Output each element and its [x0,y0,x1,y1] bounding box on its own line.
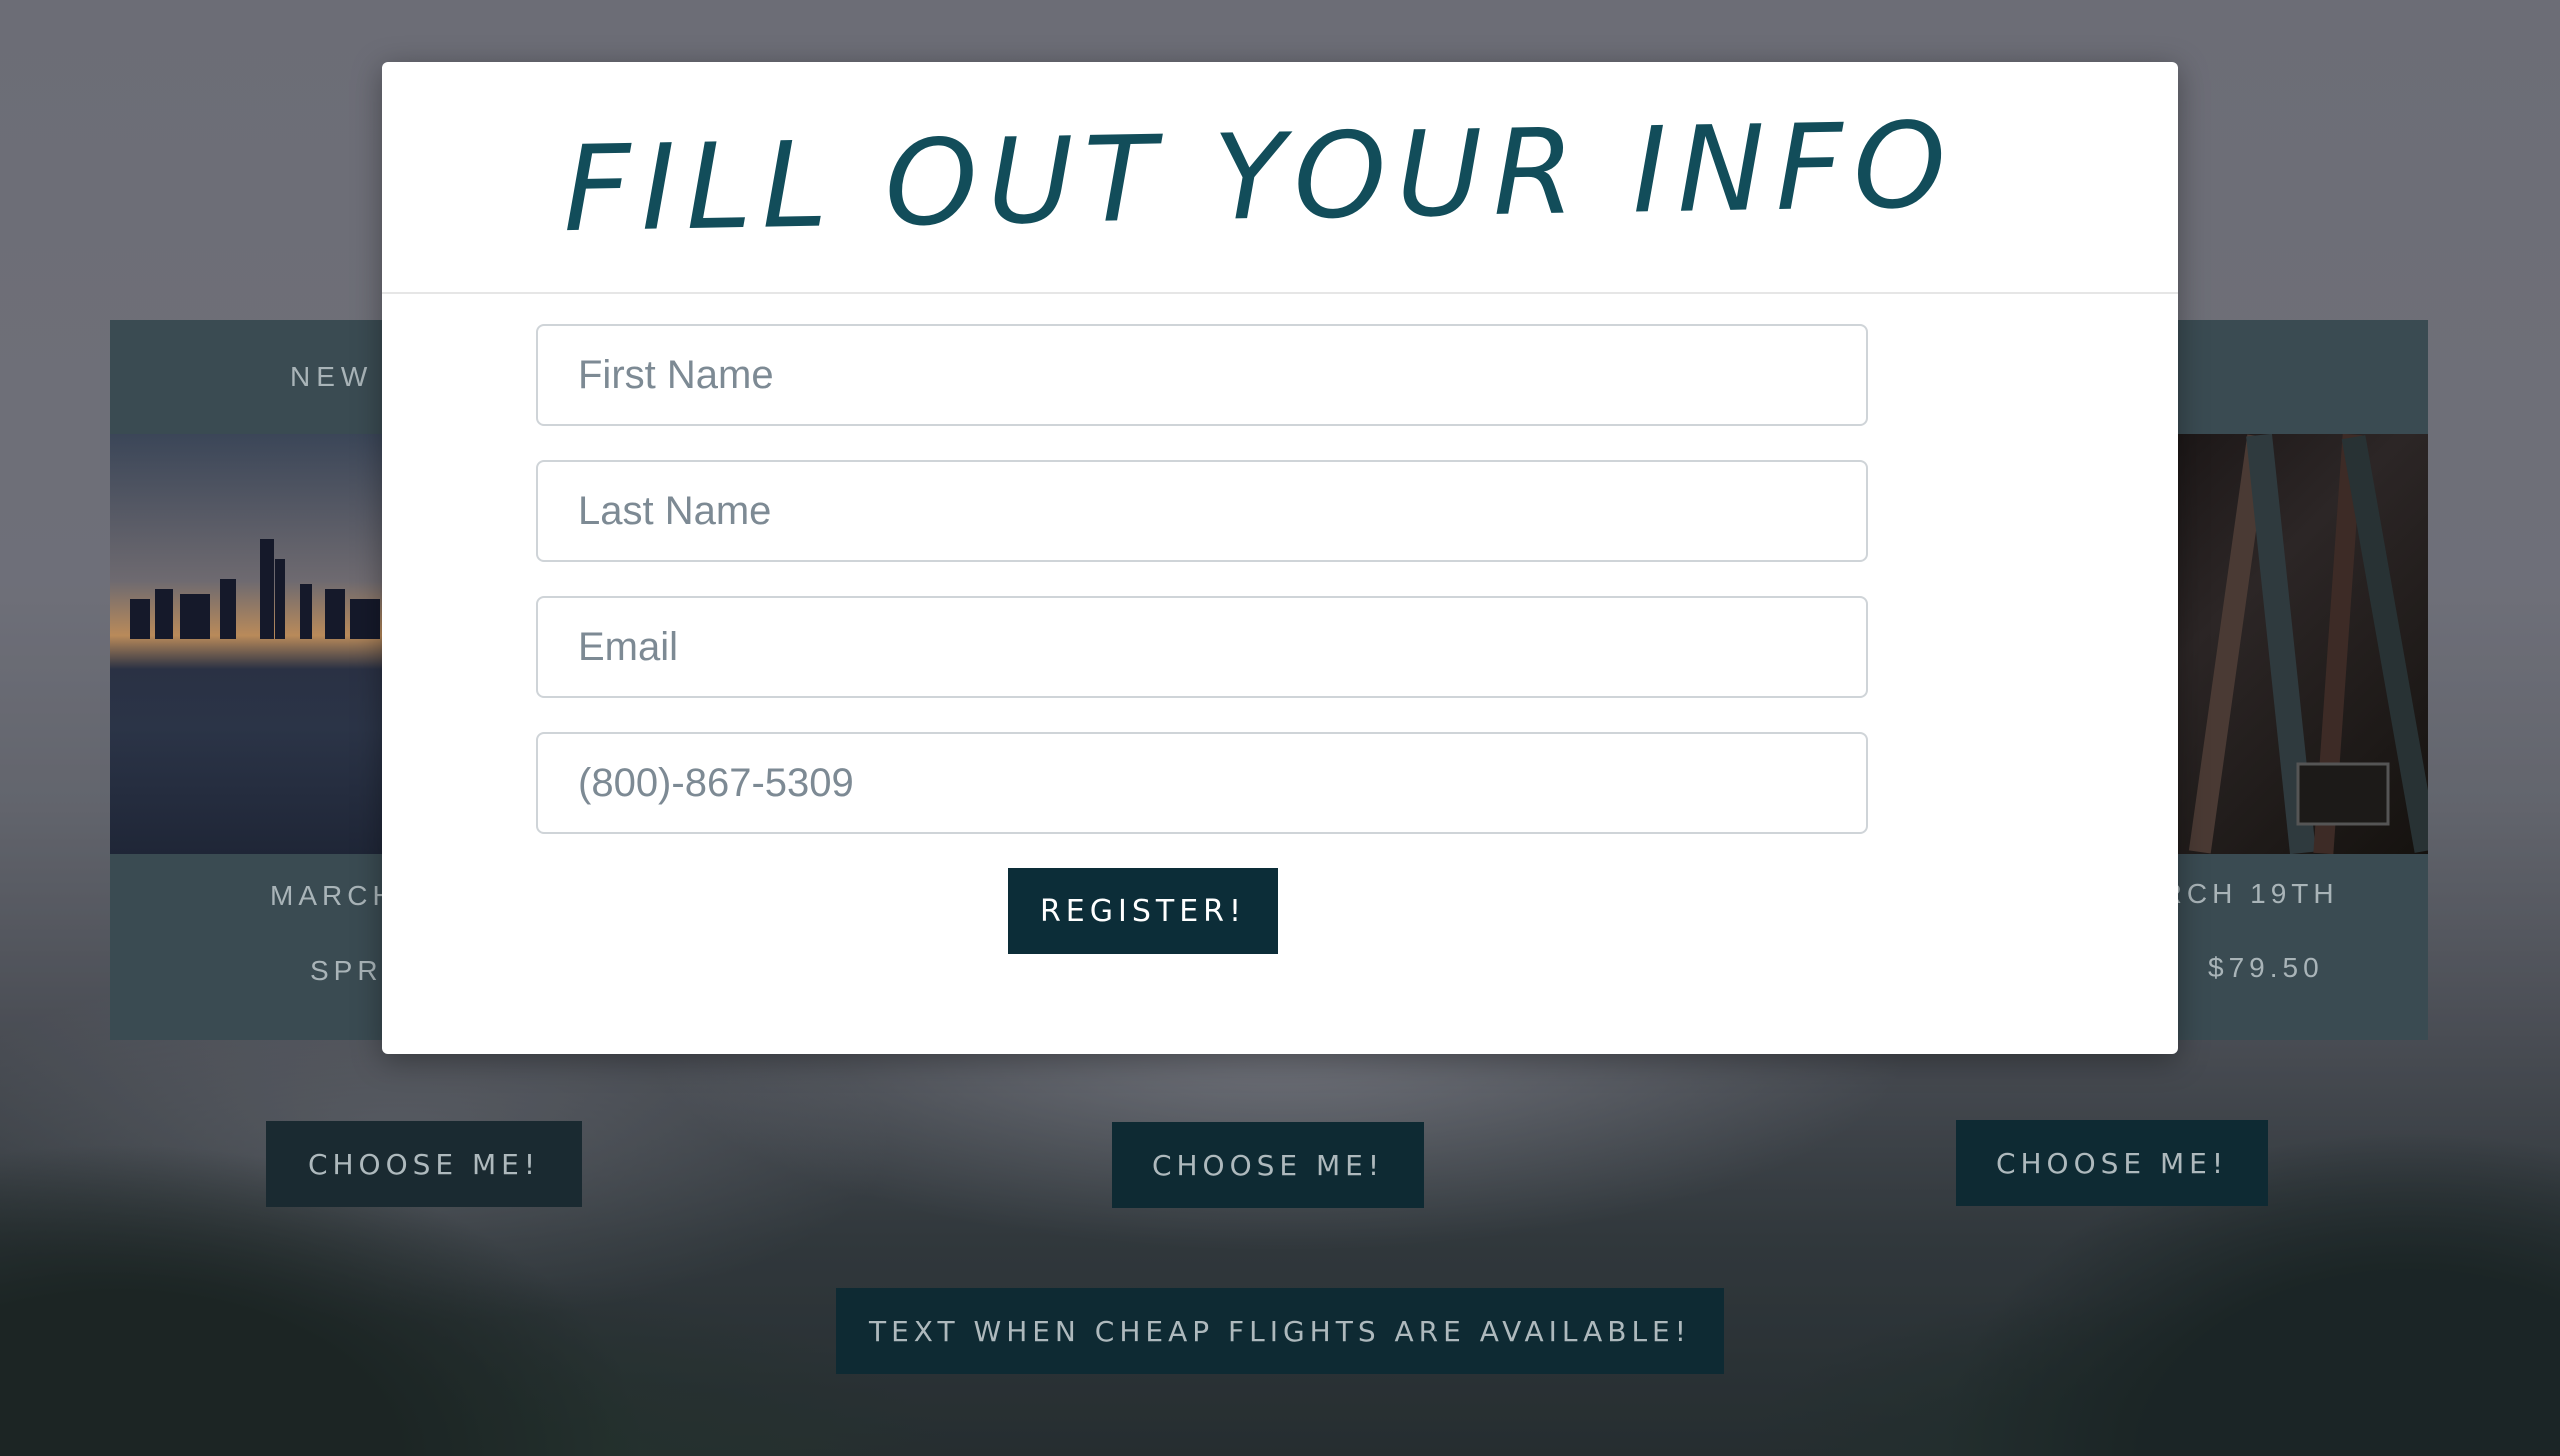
register-button[interactable]: REGISTER! [1008,868,1278,954]
choose-button-3[interactable]: CHOOSE ME! [1956,1120,2268,1206]
choose-button-1[interactable]: CHOOSE ME! [266,1121,582,1207]
page: NEW MARCH 1ST SPRINT ARCH 19TH $79.50 CH… [0,0,2560,1456]
choose-button-2[interactable]: CHOOSE ME! [1112,1122,1424,1208]
skyline-silhouette [130,539,380,639]
modal-title: FILL OUT YOUR INFO [562,95,1958,259]
first-name-input[interactable] [536,324,1868,426]
email-input[interactable] [536,596,1868,698]
text-alert-button[interactable]: TEXT WHEN CHEAP FLIGHTS ARE AVAILABLE! [836,1288,1724,1374]
registration-modal: FILL OUT YOUR INFO REGISTER! [382,62,2178,1054]
card-price: $79.50 [2208,952,2324,983]
phone-input[interactable] [536,732,1868,834]
modal-header: FILL OUT YOUR INFO [382,62,2178,294]
last-name-input[interactable] [536,460,1868,562]
